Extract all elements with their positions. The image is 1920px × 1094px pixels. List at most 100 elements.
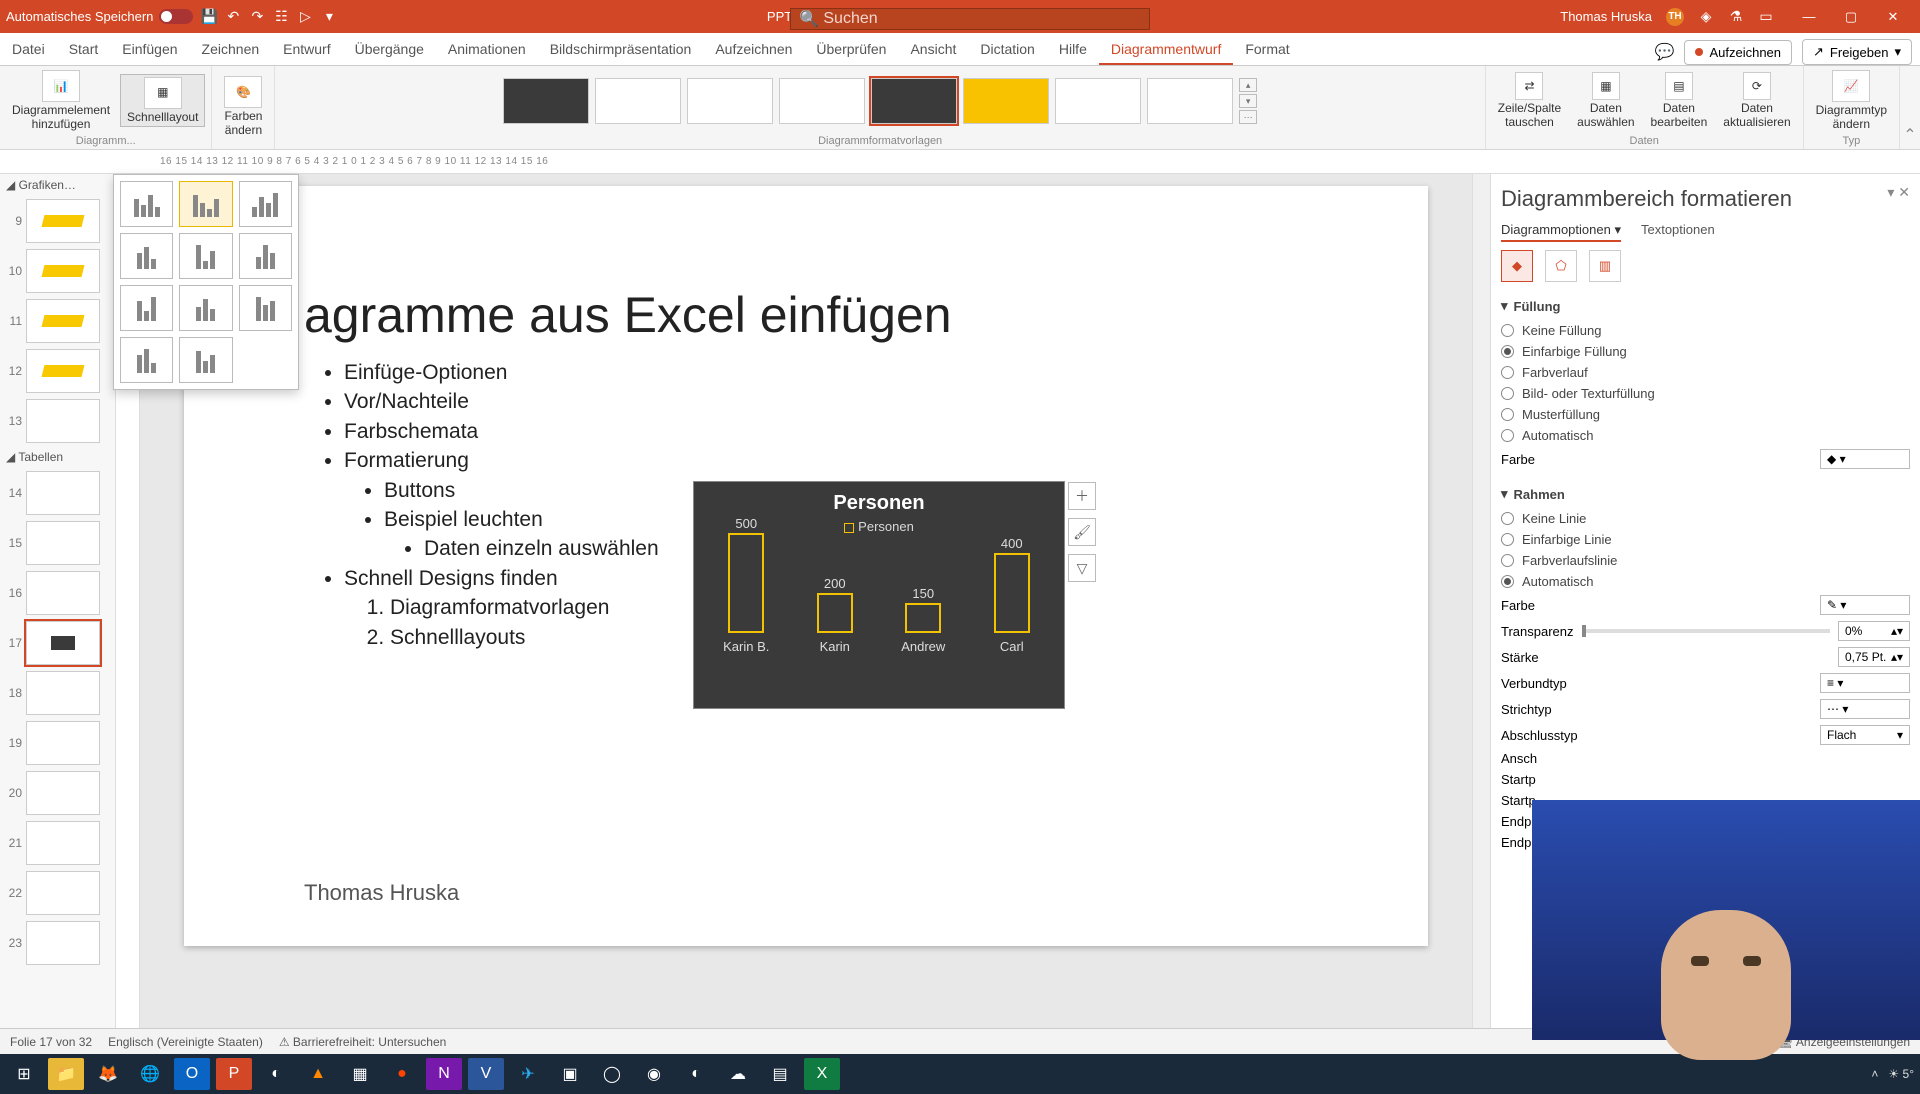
- app-icon[interactable]: ◐: [258, 1058, 294, 1090]
- quicklayout-4[interactable]: [120, 233, 173, 279]
- slide-thumb-14[interactable]: 14: [0, 468, 115, 518]
- slide-thumb-10[interactable]: 10: [0, 246, 115, 296]
- app6-icon[interactable]: ◉: [636, 1058, 672, 1090]
- fill-auto[interactable]: Automatisch: [1501, 425, 1910, 446]
- close-button[interactable]: ✕: [1872, 8, 1914, 25]
- tab-insert[interactable]: Einfügen: [110, 33, 189, 65]
- effects-icon[interactable]: ⬠: [1545, 250, 1577, 282]
- redo-icon[interactable]: ↷: [249, 9, 265, 25]
- chart-style-4[interactable]: [779, 78, 865, 124]
- cap-type[interactable]: Flach ▾: [1820, 725, 1910, 745]
- tab-chartdesign[interactable]: Diagrammentwurf: [1099, 33, 1233, 65]
- change-chart-type-button[interactable]: 📈Diagrammtyp ändern: [1810, 68, 1893, 132]
- pane-collapse-icon[interactable]: ▾ ✕: [1887, 184, 1910, 201]
- change-colors-button[interactable]: 🎨Farben ändern: [218, 74, 268, 138]
- outlook-icon[interactable]: O: [174, 1058, 210, 1090]
- line-gradient[interactable]: Farbverlaufslinie: [1501, 550, 1910, 571]
- chart[interactable]: Personen Personen 500Karin B.200Karin150…: [694, 482, 1064, 708]
- app7-icon[interactable]: ◐: [678, 1058, 714, 1090]
- slide[interactable]: agramme aus Excel einfügen Einfüge-Optio…: [184, 186, 1428, 946]
- diamond-icon[interactable]: ◈: [1698, 9, 1714, 25]
- quicklayout-7[interactable]: [120, 285, 173, 331]
- chart-filters-icon[interactable]: ▽: [1068, 554, 1096, 582]
- fill-line-icon[interactable]: ◆: [1501, 250, 1533, 282]
- accessibility-status[interactable]: ⚠ Barrierefreiheit: Untersuchen: [279, 1035, 447, 1049]
- chart-style-5[interactable]: [871, 78, 957, 124]
- slide-thumb-18[interactable]: 18: [0, 668, 115, 718]
- section-grafiken[interactable]: ◢ Grafiken…: [0, 174, 115, 196]
- chart-style-6[interactable]: [963, 78, 1049, 124]
- tab-help[interactable]: Hilfe: [1047, 33, 1099, 65]
- slide-thumb-21[interactable]: 21: [0, 818, 115, 868]
- maximize-button[interactable]: ▢: [1830, 8, 1872, 25]
- excel-icon[interactable]: X: [804, 1058, 840, 1090]
- transparency-input[interactable]: 0%▴▾: [1838, 621, 1910, 641]
- chart-style-7[interactable]: [1055, 78, 1141, 124]
- slide-thumb-23[interactable]: 23: [0, 918, 115, 968]
- slide-body[interactable]: Einfüge-Optionen Vor/Nachteile Farbschem…: [304, 358, 659, 652]
- vlc-icon[interactable]: ▲: [300, 1058, 336, 1090]
- add-chart-element-button[interactable]: 📊Diagrammelement hinzufügen: [6, 68, 116, 132]
- tab-draw[interactable]: Zeichnen: [190, 33, 272, 65]
- line-none[interactable]: Keine Linie: [1501, 508, 1910, 529]
- quicklayout-5[interactable]: [179, 233, 232, 279]
- slide-thumb-22[interactable]: 22: [0, 868, 115, 918]
- chart-style-3[interactable]: [687, 78, 773, 124]
- telegram-icon[interactable]: ✈: [510, 1058, 546, 1090]
- app5-icon[interactable]: ◯: [594, 1058, 630, 1090]
- qat-more-icon[interactable]: ▾: [321, 9, 337, 25]
- border-section[interactable]: ▾ Rahmen: [1501, 480, 1910, 508]
- explorer-icon[interactable]: 📁: [48, 1058, 84, 1090]
- visio-icon[interactable]: V: [468, 1058, 504, 1090]
- quicklayout-3[interactable]: [239, 181, 292, 227]
- fill-color-picker[interactable]: ◆ ▾: [1820, 449, 1910, 469]
- bar-2[interactable]: 150Andrew: [888, 586, 958, 654]
- chart-style-1[interactable]: [503, 78, 589, 124]
- slide-thumb-9[interactable]: 9: [0, 196, 115, 246]
- quicklayout-11[interactable]: [179, 337, 232, 383]
- chart-style-2[interactable]: [595, 78, 681, 124]
- dash-type[interactable]: ⋯ ▾: [1820, 699, 1910, 719]
- section-tabellen[interactable]: ◢ Tabellen: [0, 446, 115, 468]
- fill-picture[interactable]: Bild- oder Texturfüllung: [1501, 383, 1910, 404]
- tab-view[interactable]: Ansicht: [898, 33, 968, 65]
- slide-thumb-16[interactable]: 16: [0, 568, 115, 618]
- slide-thumb-20[interactable]: 20: [0, 768, 115, 818]
- powerpoint-icon[interactable]: P: [216, 1058, 252, 1090]
- pane-tab-chartoptions[interactable]: Diagrammoptionen ▾: [1501, 222, 1621, 242]
- touchmode-icon[interactable]: ☷: [273, 9, 289, 25]
- chart-elements-icon[interactable]: ＋: [1068, 482, 1096, 510]
- slide-thumb-15[interactable]: 15: [0, 518, 115, 568]
- tab-home[interactable]: Start: [57, 33, 111, 65]
- switch-row-col-button[interactable]: ⇄Zeile/Spalte tauschen: [1492, 70, 1567, 130]
- flask-icon[interactable]: ⚗: [1728, 9, 1744, 25]
- firefox-icon[interactable]: 🦊: [90, 1058, 126, 1090]
- chart-style-8[interactable]: [1147, 78, 1233, 124]
- quicklayout-1[interactable]: [120, 181, 173, 227]
- edit-data-button[interactable]: ▤Daten bearbeiten: [1645, 70, 1714, 130]
- transparency-slider[interactable]: [1582, 629, 1831, 633]
- avatar[interactable]: TH: [1666, 8, 1684, 26]
- minimize-button[interactable]: —: [1788, 8, 1830, 25]
- language-status[interactable]: Englisch (Vereinigte Staaten): [108, 1035, 263, 1049]
- gallery-more-icon[interactable]: ⋯: [1239, 110, 1257, 124]
- slide-thumb-11[interactable]: 11: [0, 296, 115, 346]
- tab-format[interactable]: Format: [1233, 33, 1301, 65]
- tray-up-icon[interactable]: ˄: [1871, 1067, 1878, 1081]
- tab-animations[interactable]: Animationen: [436, 33, 538, 65]
- quicklayout-8[interactable]: [179, 285, 232, 331]
- line-color-picker[interactable]: ✎ ▾: [1820, 595, 1910, 615]
- fill-section[interactable]: ▾ Füllung: [1501, 292, 1910, 320]
- slide-thumb-19[interactable]: 19: [0, 718, 115, 768]
- presentfromstart-icon[interactable]: ▷: [297, 9, 313, 25]
- share-button[interactable]: ↗Freigeben▾: [1802, 39, 1912, 65]
- quicklayout-9[interactable]: [239, 285, 292, 331]
- quicklayout-2[interactable]: [179, 181, 232, 227]
- pane-tab-textoptions[interactable]: Textoptionen: [1641, 222, 1715, 242]
- app9-icon[interactable]: ▤: [762, 1058, 798, 1090]
- bar-0[interactable]: 500Karin B.: [711, 516, 781, 654]
- app3-icon[interactable]: ●: [384, 1058, 420, 1090]
- quicklayout-10[interactable]: [120, 337, 173, 383]
- window-icon[interactable]: ▭: [1758, 9, 1774, 25]
- compound-type[interactable]: ≡ ▾: [1820, 673, 1910, 693]
